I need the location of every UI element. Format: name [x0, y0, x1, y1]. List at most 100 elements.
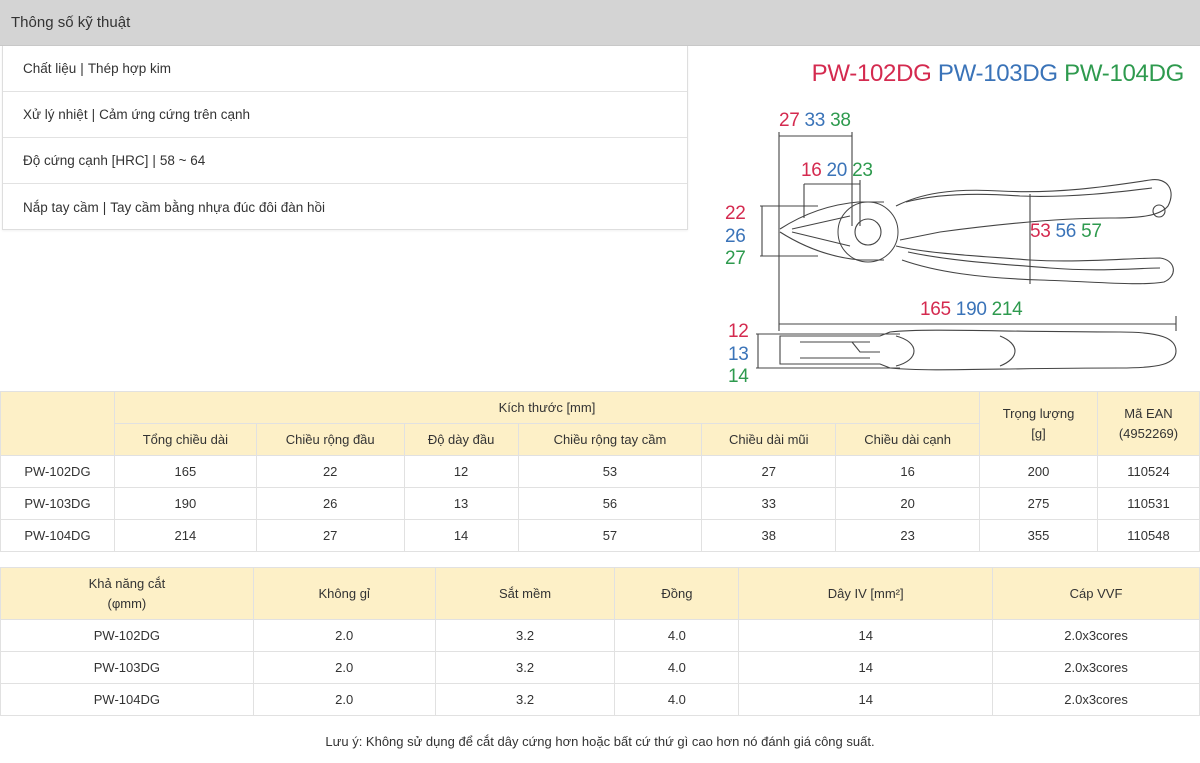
dim-value: 27 [779, 110, 800, 131]
dim-value: 57 [1081, 221, 1102, 242]
column-header: Khả năng cắt (φmm) [0, 567, 254, 620]
dim-head-width-103: 26 [725, 226, 746, 247]
table-cell: 26 [255, 487, 405, 520]
table-cell: 14 [738, 651, 994, 684]
spec-row-heat-treatment: Xử lý nhiệt | Cảm ứng cứng trên cạnh [3, 92, 687, 138]
column-header: Chiều rộng tay cầm [517, 423, 703, 456]
dim-edge-length: 16 20 23 [801, 160, 873, 182]
dim-total-length: 165 190 214 [920, 299, 1023, 321]
plier-dimension-diagram: PW-102DG PW-103DG PW-104DG 27 33 38 16 2… [700, 46, 1200, 391]
weight-cell: 275 [979, 487, 1098, 520]
table-row: PW-104DG 2.0 3.2 4.0 14 2.0x3cores [0, 683, 1200, 716]
table-cell: 38 [701, 519, 837, 552]
dim-value: 214 [991, 299, 1023, 320]
table-cell: 33 [701, 487, 837, 520]
ean-cell: 110531 [1096, 487, 1200, 520]
spec-label: Nắp tay cầm [23, 199, 99, 215]
table-cell: 27 [255, 519, 405, 552]
column-header: Đồng [614, 567, 740, 620]
spec-row-material: Chất liệu | Thép hợp kim [3, 46, 687, 92]
dim-value: 165 [920, 299, 951, 320]
table-cell: 190 [113, 487, 257, 520]
table-cell: 14 [738, 619, 994, 652]
table-row: PW-102DG 2.0 3.2 4.0 14 2.0x3cores [0, 619, 1200, 652]
weight-header: Trọng lượng [g] [979, 391, 1098, 456]
model-cell: PW-104DG [0, 519, 115, 552]
table-cell: 214 [113, 519, 257, 552]
dim-value: 56 [1055, 221, 1077, 242]
table-cell: 2.0x3cores [992, 651, 1200, 684]
table-cell: 27 [701, 455, 837, 488]
dimensions-table: Kích thước [mm] Trọng lượng [g] Mã EAN (… [0, 391, 1200, 552]
table-row: PW-102DG 165 22 12 53 27 16 200 110524 [0, 455, 1200, 488]
table-cell: 57 [517, 519, 703, 552]
table-cell: 22 [255, 455, 405, 488]
model-cell: PW-103DG [0, 487, 115, 520]
weight-cell: 200 [979, 455, 1098, 488]
column-header: Chiều dài cạnh [835, 423, 981, 456]
spec-label: Chất liệu [23, 61, 77, 76]
column-header: Tổng chiều dài [113, 423, 257, 456]
table-cell: 3.2 [434, 651, 616, 684]
table-cell: 56 [517, 487, 703, 520]
section-title: Thông số kỹ thuật [11, 14, 131, 31]
spec-value: Tay cầm bằng nhựa đúc đôi đàn hồi [110, 199, 325, 215]
section-header: Thông số kỹ thuật [0, 0, 1200, 46]
spec-separator: | [80, 61, 84, 76]
column-header: Dây IV [mm²] [738, 567, 994, 620]
model-cell: PW-102DG [0, 455, 115, 488]
table-cell: 2.0 [252, 619, 436, 652]
model-cell: PW-102DG [0, 619, 254, 652]
spec-row-hardness: Độ cứng cạnh [HRC] | 58 ~ 64 [3, 138, 687, 184]
dim-head-thickness-104: 14 [728, 366, 749, 387]
table-cell: 3.2 [434, 619, 616, 652]
dim-value: 33 [804, 110, 826, 131]
dim-head-width-102: 22 [725, 203, 746, 224]
column-header: Chiều rộng đầu [255, 423, 405, 456]
table-cell: 4.0 [614, 619, 740, 652]
table-cell: 2.0 [252, 683, 436, 716]
spec-row-grip: Nắp tay cầm | Tay cầm bằng nhựa đúc đôi đà… [3, 184, 687, 230]
spec-list: Chất liệu | Thép hợp kim Xử lý nhiệt | Cảm ứ… [2, 46, 688, 230]
column-header: Độ dày đầu [403, 423, 519, 456]
model-cell: PW-104DG [0, 683, 254, 716]
dim-head-width-104: 27 [725, 248, 746, 269]
table-cell: 13 [403, 487, 519, 520]
model-cell: PW-103DG [0, 651, 254, 684]
dim-value: 23 [852, 160, 873, 181]
dim-head-thickness-102: 12 [728, 321, 749, 342]
spec-label: Xử lý nhiệt [23, 107, 88, 122]
usage-note: Lưu ý: Không sử dụng để cắt dây cứng hơn… [325, 734, 875, 749]
ean-cell: 110548 [1096, 519, 1200, 552]
table-cell: 2.0 [252, 651, 436, 684]
table-cell: 14 [403, 519, 519, 552]
column-header: Chiều dài mũi [701, 423, 837, 456]
table-cell: 14 [738, 683, 994, 716]
table-cell: 20 [835, 487, 981, 520]
spec-separator: | [152, 153, 156, 168]
dim-value: 53 [1030, 221, 1051, 242]
dim-value: 38 [830, 110, 851, 131]
table-cell: 53 [517, 455, 703, 488]
table-cell: 4.0 [614, 651, 740, 684]
dim-value: 190 [955, 299, 987, 320]
dimensions-group-header: Kích thước [mm] [113, 391, 981, 424]
model-header-cell [0, 391, 115, 456]
dim-value: 20 [826, 160, 848, 181]
dim-nose-length: 27 33 38 [779, 110, 851, 132]
table-row: PW-103DG 190 26 13 56 33 20 275 110531 [0, 487, 1200, 520]
table-cell: 4.0 [614, 683, 740, 716]
table-cell: 2.0x3cores [992, 683, 1200, 716]
table-cell: 2.0x3cores [992, 619, 1200, 652]
table-row: PW-104DG 214 27 14 57 38 23 355 110548 [0, 519, 1200, 552]
column-header: Không gỉ [252, 567, 436, 620]
dim-value: 16 [801, 160, 822, 181]
table-cell: 16 [835, 455, 981, 488]
spec-label: Độ cứng cạnh [HRC] [23, 153, 149, 168]
dim-head-thickness-103: 13 [728, 344, 749, 365]
table-cell: 12 [403, 455, 519, 488]
table-row: PW-103DG 2.0 3.2 4.0 14 2.0x3cores [0, 651, 1200, 684]
ean-cell: 110524 [1096, 455, 1200, 488]
weight-cell: 355 [979, 519, 1098, 552]
spec-value: Cảm ứng cứng trên cạnh [99, 107, 250, 122]
